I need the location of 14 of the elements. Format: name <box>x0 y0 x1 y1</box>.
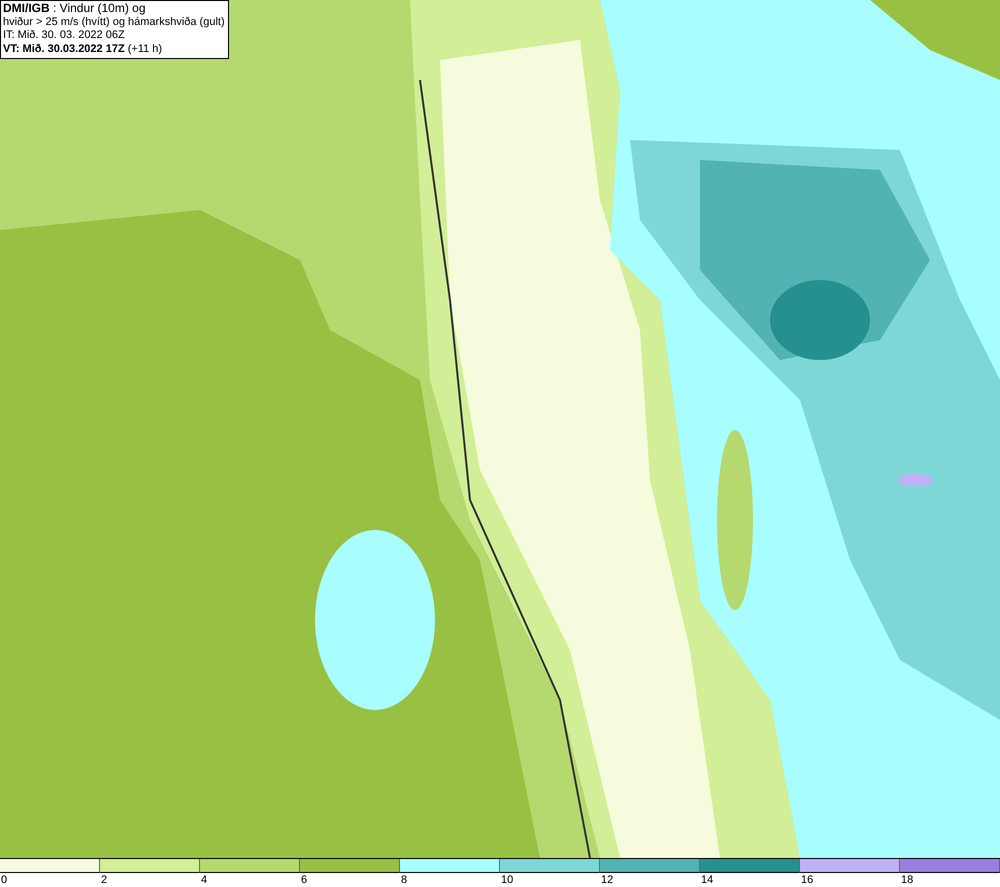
legend-label: 12 <box>600 873 614 887</box>
legend-label: 8 <box>400 873 408 887</box>
legend-label: 0 <box>0 873 8 887</box>
info-text: IT: Mið. 30. 03. 2022 06Z <box>3 29 126 42</box>
legend-label: 2 <box>100 873 108 887</box>
info-text: VT: Mið. 30.03.2022 17Z (+11 h) <box>3 42 164 56</box>
info-text: DMI/IGB : Vindur (10m) og <box>3 2 146 16</box>
legend-label: 10 <box>500 873 514 887</box>
legend-label: 6 <box>300 873 308 887</box>
legend-label: 14 <box>700 873 714 887</box>
legend-label: 4 <box>200 873 208 887</box>
info-text: hviður > 25 m/s (hvítt) og hámarkshviða (gult) <box>3 16 225 29</box>
legend-label: 18 <box>900 873 914 887</box>
legend-label: 16 <box>800 873 814 887</box>
